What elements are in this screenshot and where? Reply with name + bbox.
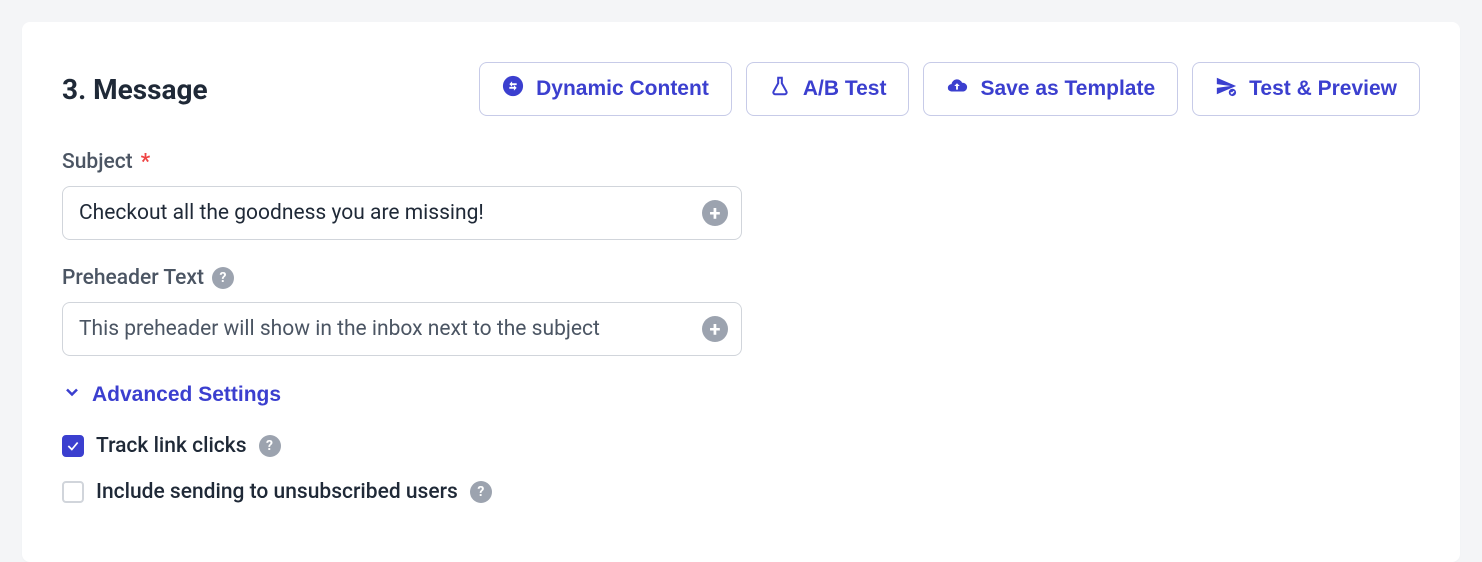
include-unsub-checkbox[interactable]: [62, 481, 84, 503]
button-label: Dynamic Content: [536, 77, 709, 101]
help-icon[interactable]: ?: [470, 481, 492, 503]
track-links-label: Track link clicks: [96, 434, 247, 458]
test-preview-button[interactable]: Test & Preview: [1192, 62, 1420, 116]
subject-field-group: Subject * +: [62, 150, 1420, 240]
save-template-button[interactable]: Save as Template: [923, 62, 1178, 116]
dynamic-content-button[interactable]: Dynamic Content: [479, 62, 732, 116]
button-label: Test & Preview: [1249, 77, 1397, 101]
include-unsub-label: Include sending to unsubscribed users: [96, 480, 458, 504]
ab-test-button[interactable]: A/B Test: [746, 62, 910, 116]
plus-icon[interactable]: +: [702, 200, 728, 226]
help-icon[interactable]: ?: [259, 435, 281, 457]
label-text: Preheader Text: [62, 266, 204, 290]
subject-input[interactable]: [62, 186, 742, 240]
chevron-down-icon: [62, 382, 82, 408]
action-bar: Dynamic Content A/B Test Save as Templat…: [479, 62, 1420, 116]
preheader-field-group: Preheader Text ? +: [62, 266, 1420, 356]
include-unsub-row: Include sending to unsubscribed users ?: [62, 480, 1420, 504]
toggle-label: Advanced Settings: [92, 383, 281, 407]
advanced-settings-toggle[interactable]: Advanced Settings: [62, 382, 281, 408]
preheader-label: Preheader Text ?: [62, 266, 1420, 290]
button-label: Save as Template: [980, 77, 1155, 101]
button-label: A/B Test: [803, 77, 887, 101]
preheader-input[interactable]: [62, 302, 742, 356]
subject-label: Subject *: [62, 150, 1420, 174]
plus-icon[interactable]: +: [702, 316, 728, 342]
label-text: Subject: [62, 150, 133, 174]
swap-icon: [502, 75, 524, 103]
required-asterisk: *: [141, 150, 151, 174]
help-icon[interactable]: ?: [212, 267, 234, 289]
track-links-row: Track link clicks ?: [62, 434, 1420, 458]
track-links-checkbox[interactable]: [62, 435, 84, 457]
flask-icon: [769, 75, 791, 103]
header-row: 3. Message Dynamic Content A/B Test Save…: [62, 62, 1420, 116]
paper-plane-icon: [1215, 75, 1237, 103]
section-title: 3. Message: [62, 73, 208, 106]
preheader-input-wrap: +: [62, 302, 742, 356]
message-card: 3. Message Dynamic Content A/B Test Save…: [22, 22, 1460, 562]
subject-input-wrap: +: [62, 186, 742, 240]
cloud-upload-icon: [946, 75, 968, 103]
